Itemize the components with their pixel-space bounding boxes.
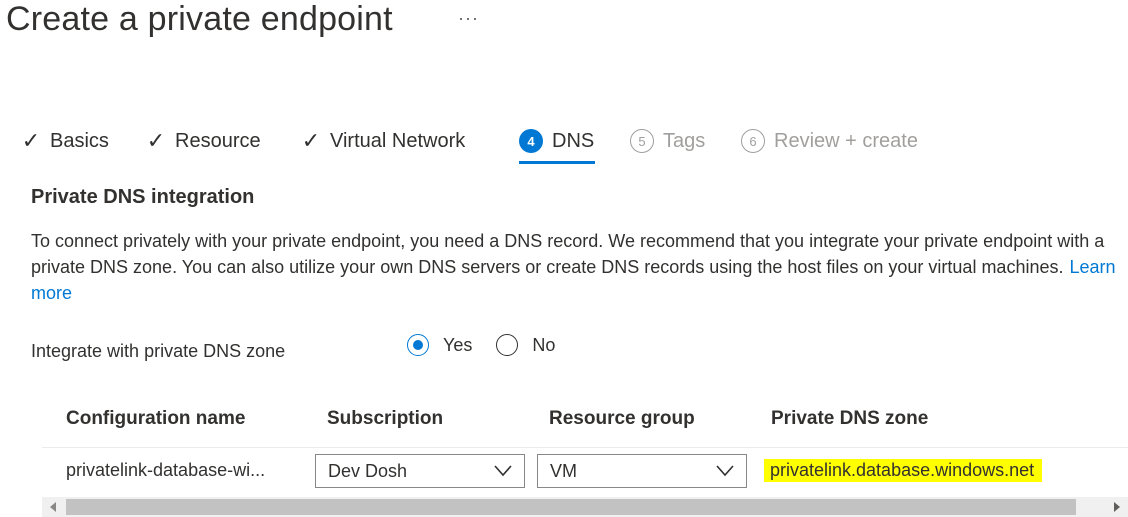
- configuration-name-cell: privatelink-database-wi...: [66, 460, 266, 480]
- page-title: Create a private endpoint: [6, 0, 393, 38]
- integrate-dns-radio-group: Yes No: [407, 334, 579, 356]
- active-tab-indicator: [519, 161, 595, 164]
- step-number-badge: 6: [741, 129, 765, 153]
- step-number-badge: 4: [519, 129, 543, 153]
- tab-label: Tags: [663, 129, 706, 152]
- header-divider: [42, 447, 1128, 448]
- subscription-dropdown[interactable]: Dev Dosh: [315, 454, 525, 488]
- tab-label: Virtual Network: [330, 129, 466, 152]
- checkmark-icon: ✓: [146, 128, 166, 153]
- tab-virtual-network[interactable]: ✓ Virtual Network: [298, 126, 465, 156]
- scrollbar-thumb[interactable]: [66, 499, 1076, 515]
- column-header-private-dns-zone: Private DNS zone: [771, 408, 929, 429]
- radio-label: No: [532, 334, 556, 355]
- chevron-down-icon: [494, 465, 512, 477]
- dropdown-value: Dev Dosh: [328, 460, 408, 481]
- section-description: To connect privately with your private e…: [31, 228, 1126, 306]
- step-number-badge: 5: [630, 129, 654, 153]
- integrate-dns-label: Integrate with private DNS zone: [31, 341, 286, 361]
- more-options-button[interactable]: ···: [458, 8, 479, 29]
- description-text: To connect privately with your private e…: [31, 231, 1105, 277]
- column-header-configuration-name: Configuration name: [66, 408, 246, 429]
- horizontal-scrollbar[interactable]: [42, 497, 1128, 517]
- scroll-left-arrow-icon[interactable]: [50, 502, 56, 512]
- scroll-right-arrow-icon[interactable]: [1114, 502, 1120, 512]
- tab-label: Review + create: [774, 129, 918, 152]
- resource-group-dropdown[interactable]: VM: [537, 454, 747, 488]
- chevron-down-icon: [716, 465, 734, 477]
- column-header-subscription: Subscription: [327, 408, 444, 429]
- section-title: Private DNS integration: [31, 186, 255, 208]
- dropdown-value: VM: [550, 460, 577, 481]
- tab-dns[interactable]: 4 DNS: [519, 126, 594, 156]
- tab-label: Resource: [175, 129, 261, 152]
- tab-resource[interactable]: ✓ Resource: [143, 126, 261, 156]
- tab-tags[interactable]: 5 Tags: [630, 126, 705, 156]
- radio-no[interactable]: No: [496, 334, 555, 356]
- radio-label: Yes: [443, 334, 473, 355]
- radio-unselected-icon: [496, 334, 519, 356]
- column-header-resource-group: Resource group: [549, 408, 695, 429]
- tab-basics[interactable]: ✓ Basics: [18, 126, 109, 156]
- checkmark-icon: ✓: [21, 128, 41, 153]
- tab-review-create[interactable]: 6 Review + create: [741, 126, 918, 156]
- checkmark-icon: ✓: [301, 128, 321, 153]
- radio-selected-icon: [407, 334, 429, 356]
- private-dns-zone-cell: privatelink.database.windows.net: [764, 459, 1043, 482]
- tab-label: DNS: [552, 129, 595, 152]
- radio-yes[interactable]: Yes: [407, 334, 472, 356]
- tab-label: Basics: [50, 129, 109, 152]
